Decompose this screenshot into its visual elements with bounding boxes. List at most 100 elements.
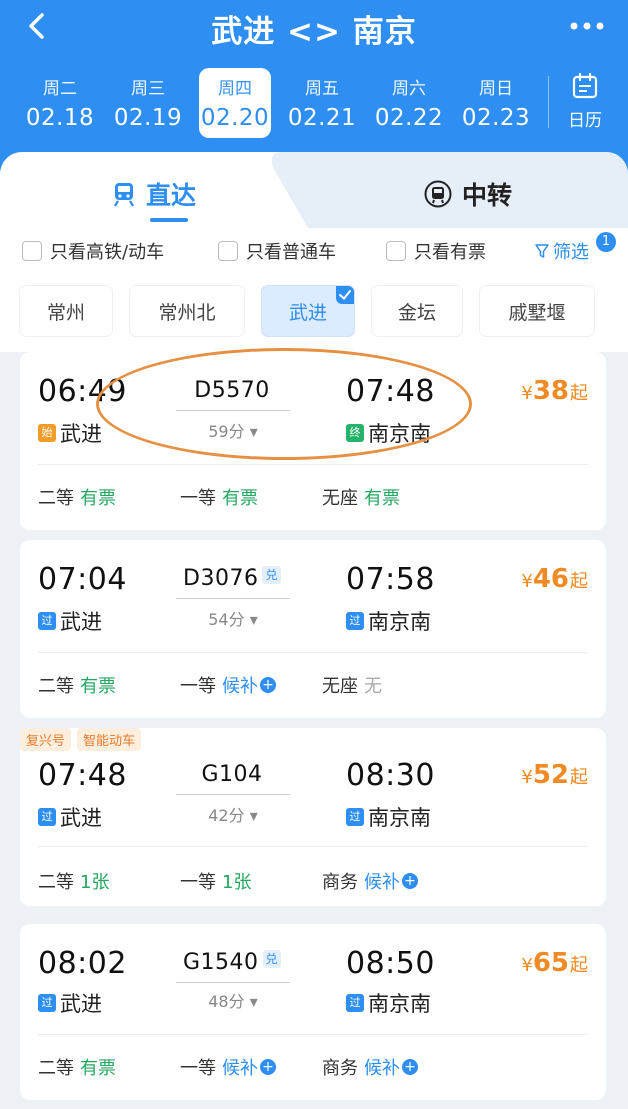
departure-time: 08:02 [38, 946, 127, 981]
station-chip[interactable]: 常州 [20, 286, 112, 336]
highspeed-only-label: 只看高铁/动车 [50, 242, 165, 263]
departure-time: 07:04 [38, 562, 127, 597]
date-weekday: 周六 [392, 79, 426, 99]
departure-station-name: 武进 [60, 610, 102, 634]
tab-direct[interactable]: 直达 [112, 174, 196, 214]
date-weekday: 周四 [218, 79, 252, 99]
pass-badge: 过 [346, 612, 364, 630]
date-value: 02.23 [461, 105, 531, 131]
more-dots-icon[interactable] [570, 22, 604, 30]
station-chip-selected[interactable]: 武进 [262, 286, 354, 336]
divider [38, 846, 588, 847]
waitlist-plus-icon: + [402, 1059, 418, 1075]
departure-station: 始 武进 [38, 418, 102, 448]
page-title: 武进 <> 南京 [211, 14, 417, 50]
seat-second-class: 二等 有票 [38, 676, 116, 697]
arrival-time: 08:50 [346, 946, 435, 981]
station-chip-label: 武进 [288, 301, 327, 324]
station-selector: 常州 常州北 武进 金坛 戚墅堰 [0, 284, 628, 338]
calendar-label: 日历 [568, 111, 602, 131]
date-value: 02.19 [113, 105, 183, 131]
date-tab-selected[interactable]: 周四 02.20 [199, 68, 271, 138]
date-tab[interactable]: 周六 02.22 [367, 66, 451, 138]
tab-transfer[interactable]: 中转 [424, 174, 512, 214]
smart-emu-tag: 智能动车 [77, 728, 142, 751]
highlight-ellipse [96, 348, 472, 460]
calendar-button[interactable]: 日历 [560, 72, 610, 136]
date-weekday: 周三 [131, 79, 165, 99]
date-value: 02.20 [200, 105, 270, 131]
tab-direct-label: 直达 [146, 181, 197, 210]
date-tab[interactable]: 周日 02.23 [454, 66, 538, 138]
train-number-underline [176, 982, 290, 983]
transfer-bus-icon [424, 180, 452, 208]
funnel-icon [535, 244, 549, 258]
station-chip[interactable]: 常州北 [130, 286, 244, 336]
train-number-underline [176, 598, 290, 599]
price: ¥38 起 [521, 376, 588, 406]
duration: 48分 ▾ [208, 992, 258, 1011]
seat-first-class: 一等 有票 [180, 488, 258, 509]
train-number: G104 [201, 762, 263, 787]
seat-no-seat: 无座 有票 [322, 488, 400, 509]
seat-first-class[interactable]: 一等 候补 + [180, 1054, 322, 1080]
train-tags: 复兴号 智能动车 [20, 728, 147, 751]
station-chip[interactable]: 戚墅堰 [480, 286, 594, 336]
train-number: D3076 兑 [176, 566, 288, 591]
checkbox-box [386, 241, 406, 261]
departure-station-name: 武进 [60, 806, 102, 830]
divider [38, 1034, 588, 1035]
waitlist-plus-icon: + [260, 677, 276, 693]
pass-badge: 过 [38, 808, 56, 826]
date-value: 02.22 [374, 105, 444, 131]
train-number-underline [176, 794, 290, 795]
checkmark-icon [336, 286, 354, 304]
departure-station-name: 武进 [60, 422, 102, 446]
date-weekday: 周日 [479, 79, 513, 99]
waitlist-plus-icon: + [260, 1059, 276, 1075]
date-selector: 周二 02.18 周三 02.19 周四 02.20 周五 02.21 周六 0… [0, 62, 628, 142]
arrival-time: 08:30 [346, 758, 435, 793]
date-tab[interactable]: 周五 02.21 [280, 66, 364, 138]
date-tab[interactable]: 周二 02.18 [18, 66, 102, 138]
tab-transfer-label: 中转 [462, 181, 513, 210]
divider [548, 76, 549, 128]
filter-bar: 只看高铁/动车 只看普通车 只看有票 筛选 [0, 236, 628, 268]
date-weekday: 周五 [305, 79, 339, 99]
train-card[interactable]: 复兴号 智能动车 07:48 过 武进 G104 42分 ▾ 08:30 过 南… [20, 728, 606, 906]
price: ¥65 起 [521, 948, 588, 978]
seat-business-class[interactable]: 商务 候补 + [322, 868, 418, 894]
filter-button[interactable]: 筛选 [534, 238, 589, 264]
duration: 42分 ▾ [208, 806, 258, 825]
seat-second-class: 二等 有票 [38, 1058, 116, 1079]
divider [38, 464, 588, 465]
arrival-station-name: 南京南 [368, 806, 431, 830]
departure-station: 过 武进 [38, 802, 102, 832]
normal-only-checkbox[interactable]: 只看普通车 [218, 238, 336, 264]
arrival-station: 过 南京南 [346, 988, 431, 1018]
train-card[interactable]: 07:04 过 武进 D3076 兑 54分 ▾ 07:58 过 南京南 ¥46 起… [20, 540, 606, 718]
available-only-checkbox[interactable]: 只看有票 [386, 238, 486, 264]
train-card[interactable]: 08:02 过 武进 G1540 兑 48分 ▾ 08:50 过 南京南 ¥65 起… [20, 924, 606, 1100]
arrival-station-name: 南京南 [368, 992, 431, 1016]
price: ¥46 起 [521, 564, 588, 594]
origin-badge: 始 [38, 424, 56, 442]
departure-station-name: 武进 [60, 992, 102, 1016]
seat-first-class: 一等 1张 [180, 872, 252, 893]
arrival-station: 过 南京南 [346, 606, 431, 636]
seat-business-class[interactable]: 商务 候补 + [322, 1054, 418, 1080]
station-chip[interactable]: 金坛 [372, 286, 462, 336]
seat-second-class: 二等 1张 [38, 872, 110, 893]
chevron-down-icon: ▾ [249, 992, 258, 1011]
filter-label: 筛选 [553, 242, 589, 263]
normal-only-label: 只看普通车 [246, 242, 336, 263]
seat-availability: 二等 有票 一等 候补 + 商务 候补 + [38, 1054, 598, 1080]
highspeed-only-checkbox[interactable]: 只看高铁/动车 [22, 238, 164, 264]
date-weekday: 周二 [43, 79, 77, 99]
arrival-station-name: 南京南 [368, 610, 431, 634]
pass-badge: 过 [346, 808, 364, 826]
date-tab[interactable]: 周三 02.19 [106, 66, 190, 138]
pass-badge: 过 [346, 994, 364, 1012]
filter-count-badge: 1 [596, 232, 616, 252]
seat-first-class[interactable]: 一等 候补 + [180, 672, 322, 698]
